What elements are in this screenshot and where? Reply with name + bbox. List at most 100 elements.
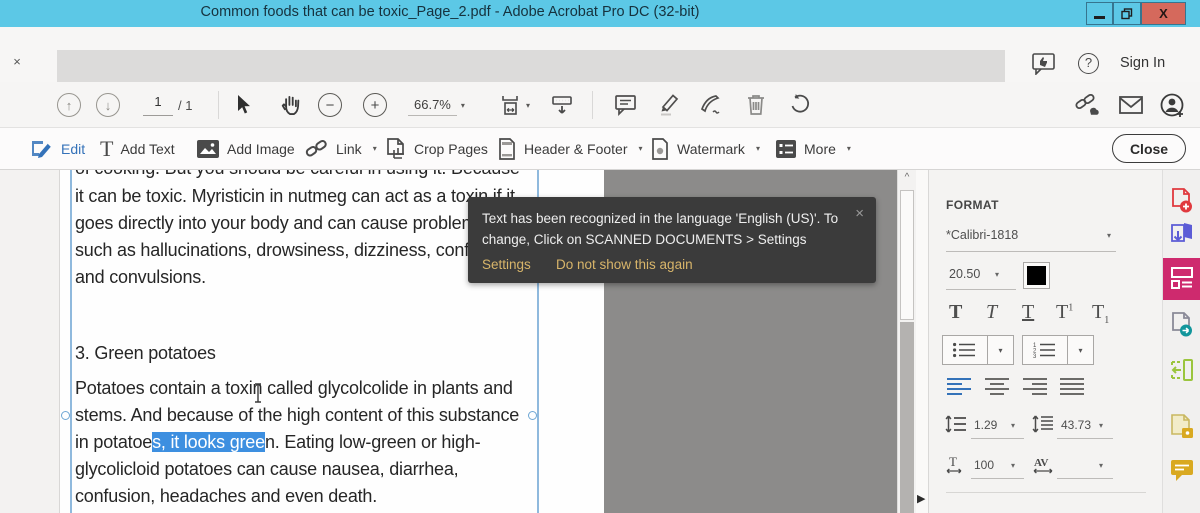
redo-button[interactable] [788, 82, 812, 128]
italic-button[interactable]: T [986, 301, 997, 324]
font-size-dropdown[interactable]: 20.50 [949, 267, 980, 281]
chevron-down-icon: ▾ [847, 144, 851, 153]
textbox-left-handle[interactable] [61, 411, 70, 420]
chevron-down-icon[interactable]: ▾ [1099, 461, 1103, 470]
edit-pdf-toolbar: Edit T Add Text Add Image Link ▾ Crop Pa… [0, 128, 1200, 170]
textbox-left-border[interactable] [70, 170, 72, 513]
zoom-in-icon: + [363, 93, 387, 117]
doc-text-line: Potatoes contain a toxin called glycolco… [75, 378, 513, 399]
enhance-scans-button[interactable] [1170, 358, 1194, 387]
close-edit-button[interactable]: Close [1112, 134, 1186, 163]
horizontal-scale-underline [971, 478, 1024, 479]
title-bar: Common foods that can be toxic_Page_2.pd… [0, 0, 1200, 27]
bullet-list-button[interactable]: ▾ [942, 335, 1014, 365]
scrolling-mode-button[interactable] [550, 82, 574, 128]
subscript-button[interactable]: T1 [1092, 301, 1109, 326]
scrollbar-up-icon[interactable]: ^ [898, 172, 916, 188]
next-page-button[interactable]: ↓ [96, 82, 120, 128]
link-menu-button[interactable]: Link ▾ [305, 128, 377, 169]
font-name-dropdown[interactable]: *Calibri-1818 [946, 228, 1018, 242]
create-pdf-icon [1170, 188, 1194, 214]
minimize-icon [1094, 16, 1105, 19]
superscript-button[interactable]: T1 [1056, 301, 1073, 324]
page-number-input[interactable]: 1 [143, 94, 173, 116]
document-tab[interactable] [57, 50, 1005, 82]
add-text-button[interactable]: T Add Text [100, 128, 175, 169]
notification-dismiss-link[interactable]: Do not show this again [556, 257, 693, 272]
minimize-button[interactable] [1086, 2, 1113, 25]
toolbar-separator [592, 91, 593, 119]
tools-rail [1162, 170, 1200, 513]
more-menu-button[interactable]: More ▾ [775, 128, 851, 169]
share-link-button[interactable] [1074, 82, 1102, 128]
header-footer-button[interactable]: Header & Footer ▾ [497, 128, 643, 169]
chevron-down-icon[interactable]: ▾ [995, 270, 999, 279]
add-image-button[interactable]: Add Image [196, 128, 295, 169]
chevron-down-icon[interactable]: ▾ [988, 336, 1013, 364]
paragraph-spacing-underline [1057, 438, 1113, 439]
comment-button[interactable] [614, 82, 638, 128]
hand-icon [280, 94, 302, 116]
line-spacing-value[interactable]: 1.29 [974, 418, 997, 432]
restore-button[interactable] [1113, 2, 1141, 25]
paragraph-spacing-value[interactable]: 43.73 [1061, 418, 1091, 432]
edit-mode-button[interactable]: Edit [30, 128, 85, 169]
delete-button[interactable] [745, 82, 767, 128]
hand-tool-button[interactable] [278, 82, 304, 128]
edit-pdf-tool-active[interactable] [1163, 258, 1200, 300]
close-tab-icon[interactable]: × [8, 53, 26, 71]
help-icon[interactable]: ? [1078, 53, 1099, 74]
expand-panel-icon[interactable]: ▶ [917, 492, 925, 505]
zoom-out-button[interactable]: − [318, 82, 342, 128]
fit-width-button[interactable]: ▾ [498, 82, 530, 128]
create-pdf-button[interactable] [1170, 188, 1194, 219]
bold-button[interactable]: T [949, 301, 962, 324]
zoom-level-dropdown[interactable]: 66.7% ▾ [408, 82, 465, 128]
chevron-down-icon[interactable]: ▾ [1011, 461, 1015, 470]
document-workspace: of cooking. But you should be careful in… [0, 170, 1200, 513]
scrollbar-thumb[interactable] [900, 190, 914, 320]
notification-close-icon[interactable]: × [855, 205, 864, 222]
superscript-mark: 1 [1068, 302, 1073, 313]
highlight-button[interactable] [657, 82, 681, 128]
notification-settings-link[interactable]: Settings [482, 257, 531, 272]
export-pdf-button[interactable] [1170, 222, 1194, 253]
more-label: More [804, 141, 836, 157]
crop-pages-button[interactable]: Crop Pages [385, 128, 488, 169]
email-button[interactable] [1118, 82, 1144, 128]
align-left-button[interactable] [946, 377, 972, 400]
chevron-down-icon[interactable]: ▾ [1011, 421, 1015, 430]
align-justify-button[interactable] [1059, 377, 1085, 400]
link-cloud-icon [1074, 93, 1102, 117]
align-center-button[interactable] [984, 377, 1010, 400]
scrollbar-track[interactable] [900, 322, 914, 513]
account-button[interactable] [1160, 82, 1186, 128]
page-count-label: / 1 [178, 82, 192, 128]
vertical-scrollbar[interactable]: ^ [897, 170, 916, 513]
select-tool-button[interactable] [232, 82, 256, 128]
feedback-icon[interactable] [1032, 53, 1058, 80]
chevron-down-icon: ▾ [373, 144, 377, 153]
watermark-button[interactable]: Watermark ▾ [650, 128, 760, 169]
signature-pen-icon [699, 93, 725, 117]
send-for-review-button[interactable] [1170, 312, 1194, 343]
chevron-down-icon[interactable]: ▾ [1099, 421, 1103, 430]
navigation-pane-strip[interactable] [0, 170, 60, 513]
chevron-down-icon[interactable]: ▾ [1107, 231, 1111, 240]
sign-in-button[interactable]: Sign In [1120, 55, 1165, 71]
horizontal-scale-value[interactable]: 100 [974, 458, 994, 472]
font-color-swatch[interactable] [1023, 262, 1050, 289]
zoom-in-button[interactable]: + [363, 82, 387, 128]
underline-button[interactable]: T [1022, 301, 1034, 324]
previous-page-button[interactable]: ↑ [57, 82, 81, 128]
chevron-down-icon[interactable]: ▾ [1068, 336, 1093, 364]
align-right-button[interactable] [1022, 377, 1048, 400]
character-spacing-icon: AV [1032, 454, 1058, 479]
close-window-button[interactable]: X [1141, 2, 1186, 25]
sign-button[interactable] [699, 82, 725, 128]
fill-sign-button[interactable] [1170, 414, 1194, 445]
doc-heading: 3. Green potatoes [75, 343, 216, 364]
numbered-list-button[interactable]: 123 ▾ [1022, 335, 1094, 365]
textbox-right-handle[interactable] [528, 411, 537, 420]
comment-tool-button[interactable] [1170, 458, 1194, 487]
